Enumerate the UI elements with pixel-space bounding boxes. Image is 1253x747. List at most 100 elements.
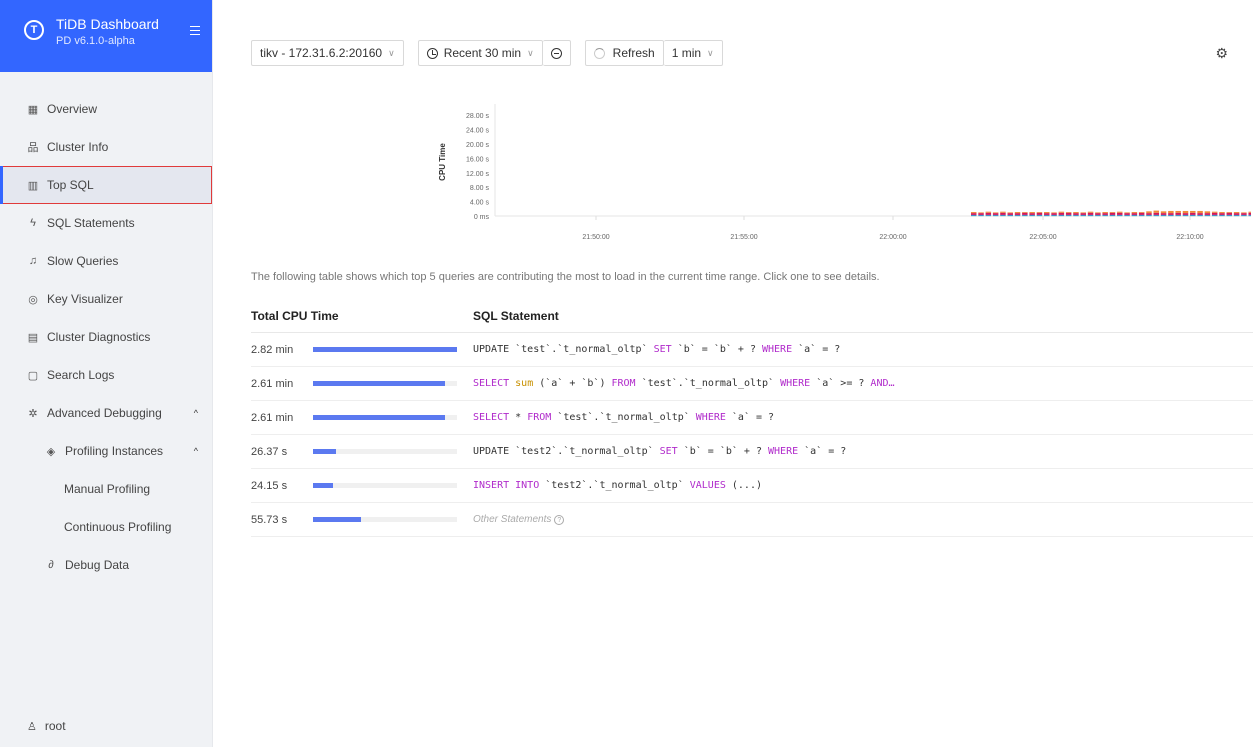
table-row[interactable]: 2.61 min SELECT sum (`a` + `b`) FROM `tes… [251, 367, 1253, 401]
bug-icon: ✲ [28, 407, 38, 420]
chart-bar-segment [1087, 215, 1094, 217]
eye-icon: ◎ [28, 293, 38, 306]
chart-bar-segment [1007, 214, 1013, 216]
chart-bar-segment [1102, 212, 1108, 214]
table-row[interactable]: 24.15 s INSERT INTO `test2`.`t_normal_olt… [251, 469, 1253, 503]
chart-bar-segment [1022, 215, 1028, 217]
sidebar-item-label: Overview [47, 102, 98, 116]
chart-bar-segment [1087, 212, 1094, 215]
chart-bar-segment [1058, 211, 1065, 213]
chart-bar-segment [1022, 212, 1028, 215]
chart-bar-segment [1182, 213, 1189, 215]
zoom-out-button[interactable] [542, 40, 571, 66]
sidebar-item-continuous-profiling[interactable]: Continuous Profiling [0, 508, 212, 546]
chart-bar-segment [1087, 211, 1094, 213]
chart-bar-segment [1175, 214, 1181, 216]
chart-bar-segment [1241, 212, 1247, 214]
cpu-time-bar [313, 415, 457, 420]
chart-bar-segment [1014, 213, 1021, 215]
chart-bar-segment [1073, 215, 1079, 217]
chart-bar-segment [1080, 213, 1086, 215]
chart-bar-segment [1226, 212, 1233, 213]
sidebar-item-profiling-instances[interactable]: ◈ Profiling Instances ^ [0, 432, 212, 470]
chart-bar-segment [1146, 213, 1152, 215]
help-icon[interactable]: ? [554, 515, 565, 525]
sidebar-item-top-sql[interactable]: ▥ Top SQL [0, 166, 212, 204]
sidebar-item-cluster-info[interactable]: 品 Cluster Info [0, 128, 212, 166]
sidebar-item-debug-data[interactable]: ∂ Debug Data [0, 546, 212, 584]
chart-bar-segment [1204, 213, 1211, 215]
sidebar-item-slow-queries[interactable]: ♫ Slow Queries [0, 242, 212, 280]
chart-bar-segment [1197, 214, 1203, 216]
chart-bar-segment [1044, 213, 1050, 215]
sidebar-item-label: Top SQL [47, 178, 94, 192]
user-menu[interactable]: ♙ root [27, 719, 66, 733]
chevron-up-icon: ^ [193, 446, 198, 456]
chart-bar-segment [1190, 210, 1196, 213]
chart-bar-segment [1058, 212, 1065, 215]
chart-bar-segment [1095, 215, 1101, 217]
chevron-down-icon: ∨ [527, 47, 534, 58]
chart-bar-segment [1160, 213, 1167, 215]
instance-select[interactable]: tikv - 172.31.6.2:20160 ∨ [251, 40, 404, 66]
other-statements-label: Other Statements? [473, 514, 565, 525]
sidebar-item-sql-statements[interactable]: ϟ SQL Statements [0, 204, 212, 242]
sidebar-item-label: Slow Queries [47, 254, 119, 268]
collapse-sidebar-icon[interactable] [190, 26, 200, 35]
chart-bar-segment [1146, 214, 1152, 216]
clipboard-icon: ▤ [27, 331, 39, 344]
cpu-time-bar [313, 449, 457, 454]
chart-bar-segment [1226, 212, 1233, 215]
chart-bar-segment [1080, 214, 1086, 216]
chart-bar-segment [1146, 215, 1152, 217]
chart-bar-segment [971, 212, 977, 214]
chart-bar-segment [1168, 213, 1174, 215]
sql-text: UPDATE `test`.`t_normal_oltp` [473, 344, 654, 355]
x-tick-label: 21:55:00 [730, 234, 757, 241]
sidebar-item-cluster-diagnostics[interactable]: ▤ Cluster Diagnostics [0, 318, 212, 356]
chart-bar-segment [985, 211, 992, 213]
y-tick-label: 20.00 s [466, 142, 489, 149]
settings-gear-icon[interactable]: ⚙ [1215, 45, 1228, 62]
cpu-time-value: 24.15 s [251, 479, 288, 492]
thunder-icon: ϟ [30, 217, 36, 229]
col-header-cpu-time: Total CPU Time [251, 308, 339, 323]
sidebar-nav: ▦ Overview 品 Cluster Info ▥ Top SQL ϟ SQL St… [0, 72, 212, 584]
sidebar-item-advanced-debugging[interactable]: ✲ Advanced Debugging ^ [0, 394, 212, 432]
chart-bar-segment [1073, 212, 1079, 214]
sidebar-item-label: Continuous Profiling [64, 520, 172, 534]
table-row-other[interactable]: 55.73 s Other Statements? [251, 503, 1253, 537]
time-range-select[interactable]: Recent 30 min ∨ [417, 40, 543, 66]
chart-bar-segment [1138, 214, 1145, 216]
chevron-down-icon: ∨ [707, 47, 714, 58]
chart-bar-segment [1168, 215, 1174, 217]
chart-bar-segment [1124, 212, 1130, 214]
chart-bar-segment [1190, 215, 1196, 217]
auto-refresh-select[interactable]: 1 min ∨ [663, 40, 723, 66]
sidebar-item-manual-profiling[interactable]: Manual Profiling [0, 470, 212, 508]
y-tick-label: 12.00 s [466, 171, 489, 178]
y-tick-label: 4.00 s [470, 200, 490, 207]
brand-header[interactable]: T TiDB Dashboard PD v6.1.0-alpha [0, 0, 212, 72]
sql-keyword: SELECT [473, 378, 510, 389]
table-row[interactable]: 2.82 min UPDATE `test`.`t_normal_oltp` SE… [251, 333, 1253, 367]
chart-bar-segment [1233, 213, 1240, 215]
chart-bar-segment [1036, 214, 1043, 216]
chart-bar-segment [1146, 211, 1152, 214]
sql-text: (...) [725, 480, 762, 491]
chart-bar-segment [1044, 215, 1050, 217]
sql-keyword: AND… [870, 378, 895, 389]
table-row[interactable]: 26.37 s UPDATE `test2`.`t_normal_oltp` SE… [251, 435, 1253, 469]
instance-value: tikv - 172.31.6.2:20160 [260, 46, 383, 60]
sidebar-item-overview[interactable]: ▦ Overview [0, 90, 212, 128]
chart-bar-segment [1117, 211, 1123, 213]
sidebar-item-key-visualizer[interactable]: ◎ Key Visualizer [0, 280, 212, 318]
table-row[interactable]: 2.61 min SELECT * FROM `test`.`t_normal_o… [251, 401, 1253, 435]
chart-bar-segment [1204, 214, 1211, 216]
cpu-time-value: 55.73 s [251, 513, 288, 526]
refresh-button[interactable]: Refresh [584, 40, 664, 66]
sidebar-item-search-logs[interactable]: ▢ Search Logs [0, 356, 212, 394]
sidebar-item-label: Cluster Diagnostics [47, 330, 151, 344]
chart-bar-segment [1160, 214, 1167, 216]
chart-bar-segment [1241, 213, 1247, 215]
